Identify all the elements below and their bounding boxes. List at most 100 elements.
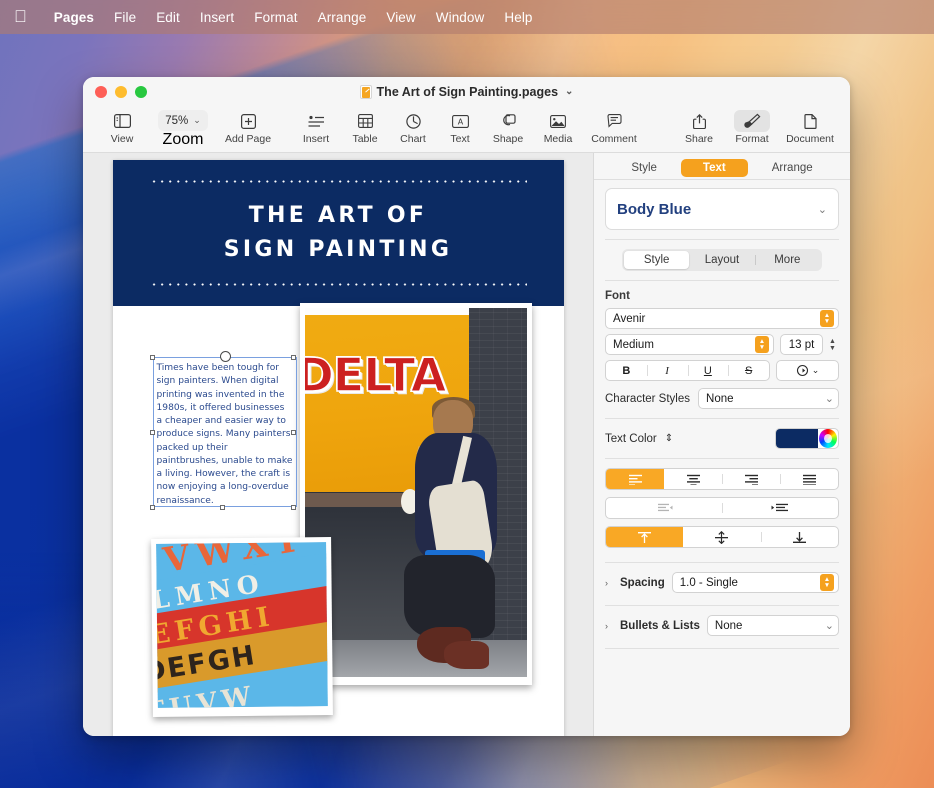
tab-arrange[interactable]: Arrange [750, 159, 835, 177]
delta-sign-lettering: DELTA [305, 352, 469, 398]
paragraph-style-dropdown[interactable]: Body Blue ⌄ [605, 188, 839, 230]
align-right-icon [744, 474, 759, 485]
toolbar-add-page-button[interactable]: Add Page [215, 108, 281, 145]
menu-item-view[interactable]: View [376, 10, 425, 25]
divider [605, 418, 839, 419]
document-page[interactable]: THE ART OF SIGN PAINTING [113, 160, 564, 736]
tab-text[interactable]: Text [681, 159, 748, 177]
toolbar-view-button[interactable]: View [93, 108, 151, 145]
disclosure-triangle-icon[interactable]: › [605, 578, 613, 588]
toolbar-shape-label: Shape [493, 133, 523, 145]
spacing-dropdown[interactable]: 1.0 - Single ▲▼ [672, 572, 839, 593]
toolbar-chart-button[interactable]: Chart [389, 108, 437, 145]
toolbar: View 75% ⌄ Zoom Add Pag [83, 106, 850, 153]
body-text-frame[interactable]: Times have been tough for sign painters.… [157, 362, 293, 508]
align-middle-button[interactable] [683, 527, 760, 547]
align-right-button[interactable] [722, 469, 780, 489]
document-canvas[interactable]: THE ART OF SIGN PAINTING [83, 153, 593, 736]
sign-painter-delta-photo[interactable]: DELTA [300, 303, 532, 685]
alphabet-photo-artwork: UVWXY KLMNO DEFGHI CDEFGH STUVW [156, 542, 328, 708]
bullets-lists-value: None [715, 620, 743, 632]
font-weight-dropdown[interactable]: Medium ▲▼ [605, 334, 774, 355]
decrease-indent-button[interactable] [606, 498, 722, 518]
strikethrough-button[interactable]: S [728, 361, 769, 380]
align-left-button[interactable] [606, 469, 664, 489]
toolbar-media-button[interactable]: Media [533, 108, 583, 145]
menu-item-arrange[interactable]: Arrange [308, 10, 377, 25]
bold-button[interactable]: B [606, 361, 647, 380]
title-banner[interactable]: THE ART OF SIGN PAINTING [113, 160, 564, 306]
text-color-stepper-icon[interactable]: ⇕ [665, 433, 673, 444]
toolbar-share-button[interactable]: Share [674, 108, 724, 145]
zoom-dropdown[interactable]: 75% ⌄ [158, 110, 208, 131]
painted-alphabet-photo[interactable]: UVWXY KLMNO DEFGHI CDEFGH STUVW [151, 537, 333, 717]
character-styles-row: Character Styles None ⌄ [605, 388, 839, 409]
resize-handle-top-right[interactable] [291, 355, 296, 360]
close-button[interactable] [95, 86, 107, 98]
title-chevron-down-icon[interactable]: ⌄ [565, 86, 573, 97]
menu-item-window[interactable]: Window [426, 10, 495, 25]
color-wheel-icon[interactable] [819, 429, 837, 448]
menu-item-file[interactable]: File [104, 10, 146, 25]
toolbar-table-button[interactable]: Table [341, 108, 389, 145]
subtab-more[interactable]: More [755, 251, 820, 269]
menu-item-help[interactable]: Help [494, 10, 542, 25]
toolbar-insert-button[interactable]: Insert [291, 108, 341, 145]
sidebar-icon [114, 110, 131, 132]
font-family-dropdown[interactable]: Avenir ▲▼ [605, 308, 839, 329]
dotted-rule-bottom [150, 283, 527, 286]
toolbar-document-label: Document [786, 133, 834, 145]
photo-inner: UVWXY KLMNO DEFGHI CDEFGH STUVW [156, 542, 328, 708]
font-size-stepper-icon[interactable]: ▲▼ [826, 335, 839, 355]
rotation-handle[interactable] [220, 351, 231, 362]
apple-logo-icon[interactable]:  [14, 8, 27, 25]
text-color-well[interactable] [775, 428, 839, 449]
vertical-alignment-group [605, 526, 839, 548]
underline-button[interactable]: U [688, 361, 729, 380]
toolbar-comment-button[interactable]: Comment [583, 108, 645, 145]
subtab-layout[interactable]: Layout [689, 251, 754, 269]
tab-style[interactable]: Style [609, 159, 679, 177]
resize-handle-middle-right[interactable] [291, 430, 296, 435]
maximize-button[interactable] [135, 86, 147, 98]
menu-item-edit[interactable]: Edit [146, 10, 190, 25]
font-options-button[interactable]: ⌄ [776, 360, 839, 381]
resize-handle-top-left[interactable] [150, 355, 155, 360]
minimize-button[interactable] [115, 86, 127, 98]
font-size-input[interactable]: 13 pt [780, 334, 823, 355]
menu-item-pages[interactable]: Pages [44, 10, 104, 25]
resize-handle-bottom-right[interactable] [291, 505, 296, 510]
align-center-button[interactable] [664, 469, 722, 489]
text-box-icon: A [452, 110, 469, 132]
decrease-indent-icon [655, 503, 674, 514]
window-title-bar[interactable]: The Art of Sign Painting.pages ⌄ [83, 77, 850, 106]
toolbar-format-button[interactable]: Format [724, 108, 780, 145]
disclosure-triangle-icon[interactable]: › [605, 621, 613, 631]
text-color-row: Text Color ⇕ [605, 428, 839, 449]
align-bottom-button[interactable] [761, 527, 838, 547]
chevron-down-icon: ⌄ [812, 365, 820, 376]
toolbar-document-button[interactable]: Document [780, 108, 840, 145]
italic-button[interactable]: I [647, 361, 688, 380]
menu-item-format[interactable]: Format [244, 10, 307, 25]
increase-indent-button[interactable] [722, 498, 838, 518]
toolbar-text-button[interactable]: A Text [437, 108, 483, 145]
character-styles-dropdown[interactable]: None ⌄ [698, 388, 839, 409]
subtab-style[interactable]: Style [624, 251, 689, 269]
align-justify-button[interactable] [780, 469, 838, 489]
menu-item-insert[interactable]: Insert [190, 10, 244, 25]
font-style-button-group: B I U S [605, 360, 770, 381]
toolbar-zoom-control[interactable]: 75% ⌄ Zoom [151, 108, 215, 149]
resize-handle-bottom-left[interactable] [150, 505, 155, 510]
bullets-lists-dropdown[interactable]: None ⌄ [707, 615, 839, 636]
table-icon [358, 110, 373, 132]
spacing-label: Spacing [620, 577, 665, 589]
toolbar-shape-button[interactable]: Shape [483, 108, 533, 145]
align-top-button[interactable] [606, 527, 683, 547]
headline-line-1: THE ART OF [224, 199, 452, 233]
resize-handle-bottom-center[interactable] [220, 505, 225, 510]
chevron-down-icon: ⌄ [825, 619, 834, 632]
resize-handle-middle-left[interactable] [150, 430, 155, 435]
chevron-down-icon: ⌄ [825, 392, 834, 405]
text-color-swatch[interactable] [776, 429, 818, 448]
